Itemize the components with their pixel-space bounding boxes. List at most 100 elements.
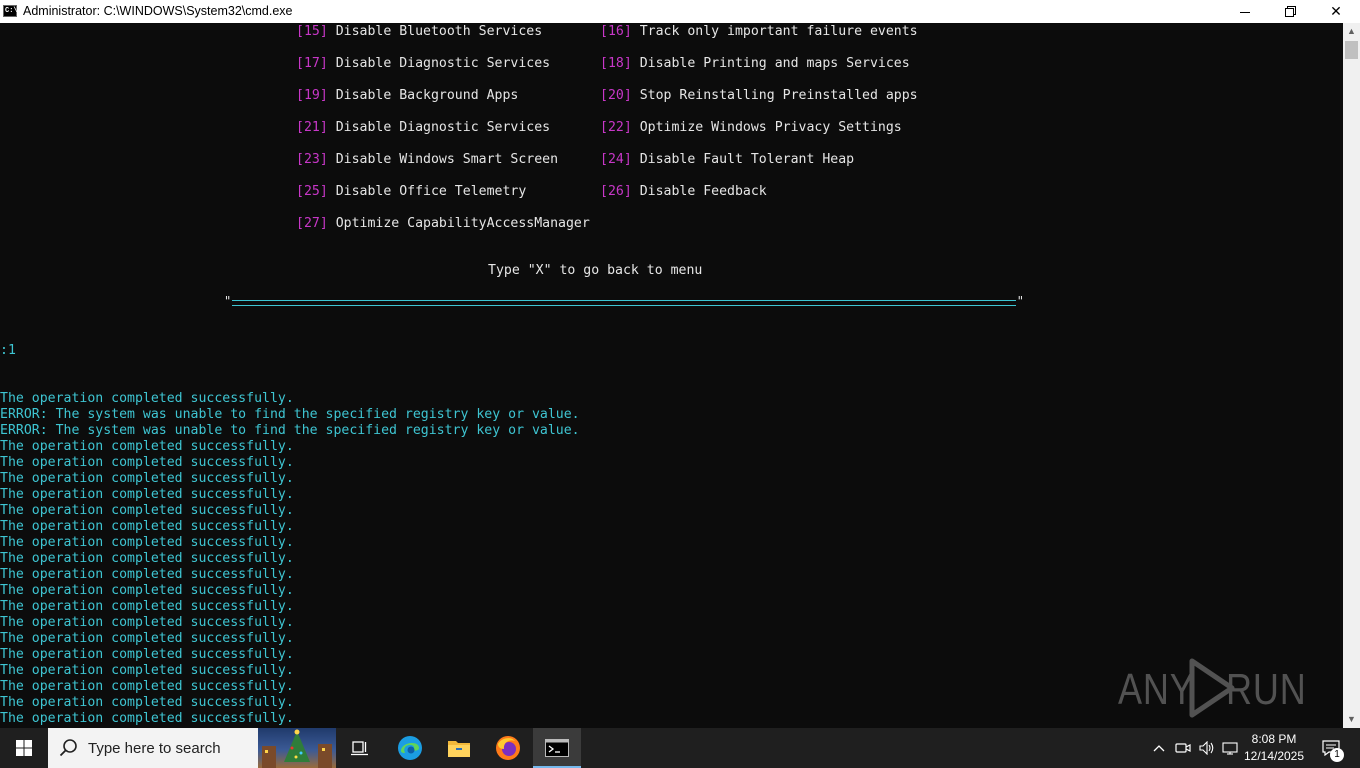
task-view-button[interactable]: [336, 728, 384, 768]
menu-option-label: Disable Office Telemetry: [335, 184, 527, 199]
meet-now-button[interactable]: [1173, 728, 1193, 768]
separator-quote-left: ": [224, 294, 232, 308]
scroll-up-button[interactable]: ▲: [1343, 23, 1360, 40]
taskbar: Type here to search 8:08 PM 12/14/2025 1: [0, 728, 1360, 768]
menu-option: [18] Disable Printing and maps Services: [600, 56, 910, 72]
log-line: The operation completed successfully.: [0, 567, 294, 582]
menu-option-label: Disable Feedback: [639, 184, 767, 199]
file-explorer-taskbar-button[interactable]: [435, 728, 483, 768]
menu-option-number: [16]: [600, 24, 632, 39]
menu-option: [26] Disable Feedback: [600, 184, 767, 200]
separator-quote-right: ": [1016, 294, 1024, 308]
log-line: The operation completed successfully.: [0, 711, 294, 726]
menu-option-label: Disable Windows Smart Screen: [335, 152, 559, 167]
menu-option: [24] Disable Fault Tolerant Heap: [600, 152, 854, 168]
log-line-error: ERROR: The system was unable to find the…: [0, 407, 580, 422]
log-line: The operation completed successfully.: [0, 391, 294, 406]
menu-option-label: Disable Fault Tolerant Heap: [639, 152, 855, 167]
menu-option-label: Optimize CapabilityAccessManager: [335, 216, 590, 231]
log-line: The operation completed successfully.: [0, 647, 294, 662]
menu-option-label: Track only important failure events: [639, 24, 918, 39]
vertical-scrollbar[interactable]: ▲ ▼: [1343, 23, 1360, 728]
action-center-button[interactable]: [1314, 728, 1348, 768]
minimize-button[interactable]: [1222, 0, 1268, 23]
log-line: The operation completed successfully.: [0, 679, 294, 694]
watermark-any-text: ANY: [1118, 665, 1195, 714]
minimize-icon: [1240, 12, 1250, 13]
menu-option: [21] Disable Diagnostic Services: [296, 120, 550, 136]
log-line: The operation completed successfully.: [0, 583, 294, 598]
christmas-tree-icon: [262, 729, 332, 768]
menu-option: [25] Disable Office Telemetry: [296, 184, 526, 200]
meet-now-icon: [1175, 743, 1191, 753]
menu-option: [27] Optimize CapabilityAccessManager: [296, 216, 590, 232]
window-title: Administrator: C:\WINDOWS\System32\cmd.e…: [23, 4, 293, 18]
volume-button[interactable]: [1197, 728, 1217, 768]
cmd-window-icon[interactable]: C:\: [3, 5, 18, 17]
menu-option-number: [15]: [296, 24, 328, 39]
watermark-run-text: RUN: [1226, 665, 1307, 714]
log-line: The operation completed successfully.: [0, 519, 294, 534]
search-placeholder[interactable]: Type here to search: [88, 740, 221, 757]
edge-icon: [398, 736, 422, 760]
menu-option-number: [19]: [296, 88, 328, 103]
menu-option: [17] Disable Diagnostic Services: [296, 56, 550, 72]
menu-option: [22] Optimize Windows Privacy Settings: [600, 120, 902, 136]
menu-option-number: [20]: [600, 88, 632, 103]
log-line: The operation completed successfully.: [0, 487, 294, 502]
menu-option-label: Optimize Windows Privacy Settings: [639, 120, 902, 135]
edge-taskbar-button[interactable]: [386, 728, 434, 768]
close-button[interactable]: ✕: [1313, 0, 1359, 23]
network-button[interactable]: [1220, 728, 1240, 768]
show-hidden-icons-button[interactable]: [1150, 728, 1168, 768]
log-line-error: ERROR: The system was unable to find the…: [0, 423, 580, 438]
taskbar-search-box[interactable]: Type here to search: [48, 728, 336, 768]
menu-option-number: [22]: [600, 120, 632, 135]
log-line: The operation completed successfully.: [0, 615, 294, 630]
network-icon: [1222, 742, 1238, 755]
search-icon: [59, 739, 77, 757]
log-line: The operation completed successfully.: [0, 455, 294, 470]
taskbar-clock[interactable]: 8:08 PM 12/14/2025: [1240, 730, 1308, 766]
menu-option-label: Disable Diagnostic Services: [335, 56, 551, 71]
menu-option-number: [27]: [296, 216, 328, 231]
file-explorer-icon: [448, 741, 470, 757]
log-line: The operation completed successfully.: [0, 535, 294, 550]
menu-option-number: [26]: [600, 184, 632, 199]
clock-date: 12/14/2025: [1243, 749, 1305, 763]
start-button[interactable]: [0, 728, 48, 768]
windows-logo-icon: [16, 740, 32, 756]
cmd-taskbar-button[interactable]: [533, 728, 581, 768]
menu-option: [15] Disable Bluetooth Services: [296, 24, 542, 40]
firefox-taskbar-button[interactable]: [484, 728, 532, 768]
search-highlight-image[interactable]: [258, 728, 336, 768]
scroll-down-button[interactable]: ▼: [1343, 711, 1360, 728]
log-line: The operation completed successfully.: [0, 599, 294, 614]
window-titlebar[interactable]: C:\ Administrator: C:\WINDOWS\System32\c…: [0, 0, 1360, 23]
menu-option: [20] Stop Reinstalling Preinstalled apps: [600, 88, 918, 104]
menu-option-number: [25]: [296, 184, 328, 199]
menu-option-number: [21]: [296, 120, 328, 135]
menu-option-label: Disable Printing and maps Services: [639, 56, 910, 71]
log-line: The operation completed successfully.: [0, 503, 294, 518]
menu-option-number: [17]: [296, 56, 328, 71]
maximize-button[interactable]: [1267, 0, 1313, 23]
menu-option-label: Disable Background Apps: [335, 88, 519, 103]
menu-option: [16] Track only important failure events: [600, 24, 918, 40]
menu-option-label: Disable Bluetooth Services: [335, 24, 543, 39]
chevron-up-icon: [1153, 745, 1165, 752]
task-view-icon: [351, 741, 368, 756]
menu-option: [23] Disable Windows Smart Screen: [296, 152, 558, 168]
volume-icon: [1199, 741, 1214, 755]
command-log: :1 The operation completed successfully.…: [0, 311, 580, 728]
log-line: The operation completed successfully.: [0, 551, 294, 566]
cmd-icon: [545, 739, 569, 757]
back-to-menu-hint: Type "X" to go back to menu: [488, 263, 703, 278]
scroll-thumb[interactable]: [1345, 41, 1358, 59]
menu-option-number: [18]: [600, 56, 632, 71]
console-output[interactable]: [15] Disable Bluetooth Services [17] Disa…: [0, 23, 1343, 728]
anyrun-watermark: ANY RUN: [1118, 655, 1318, 725]
log-line: The operation completed successfully.: [0, 663, 294, 678]
log-line: The operation completed successfully.: [0, 439, 294, 454]
clock-time: 8:08 PM: [1251, 732, 1297, 746]
